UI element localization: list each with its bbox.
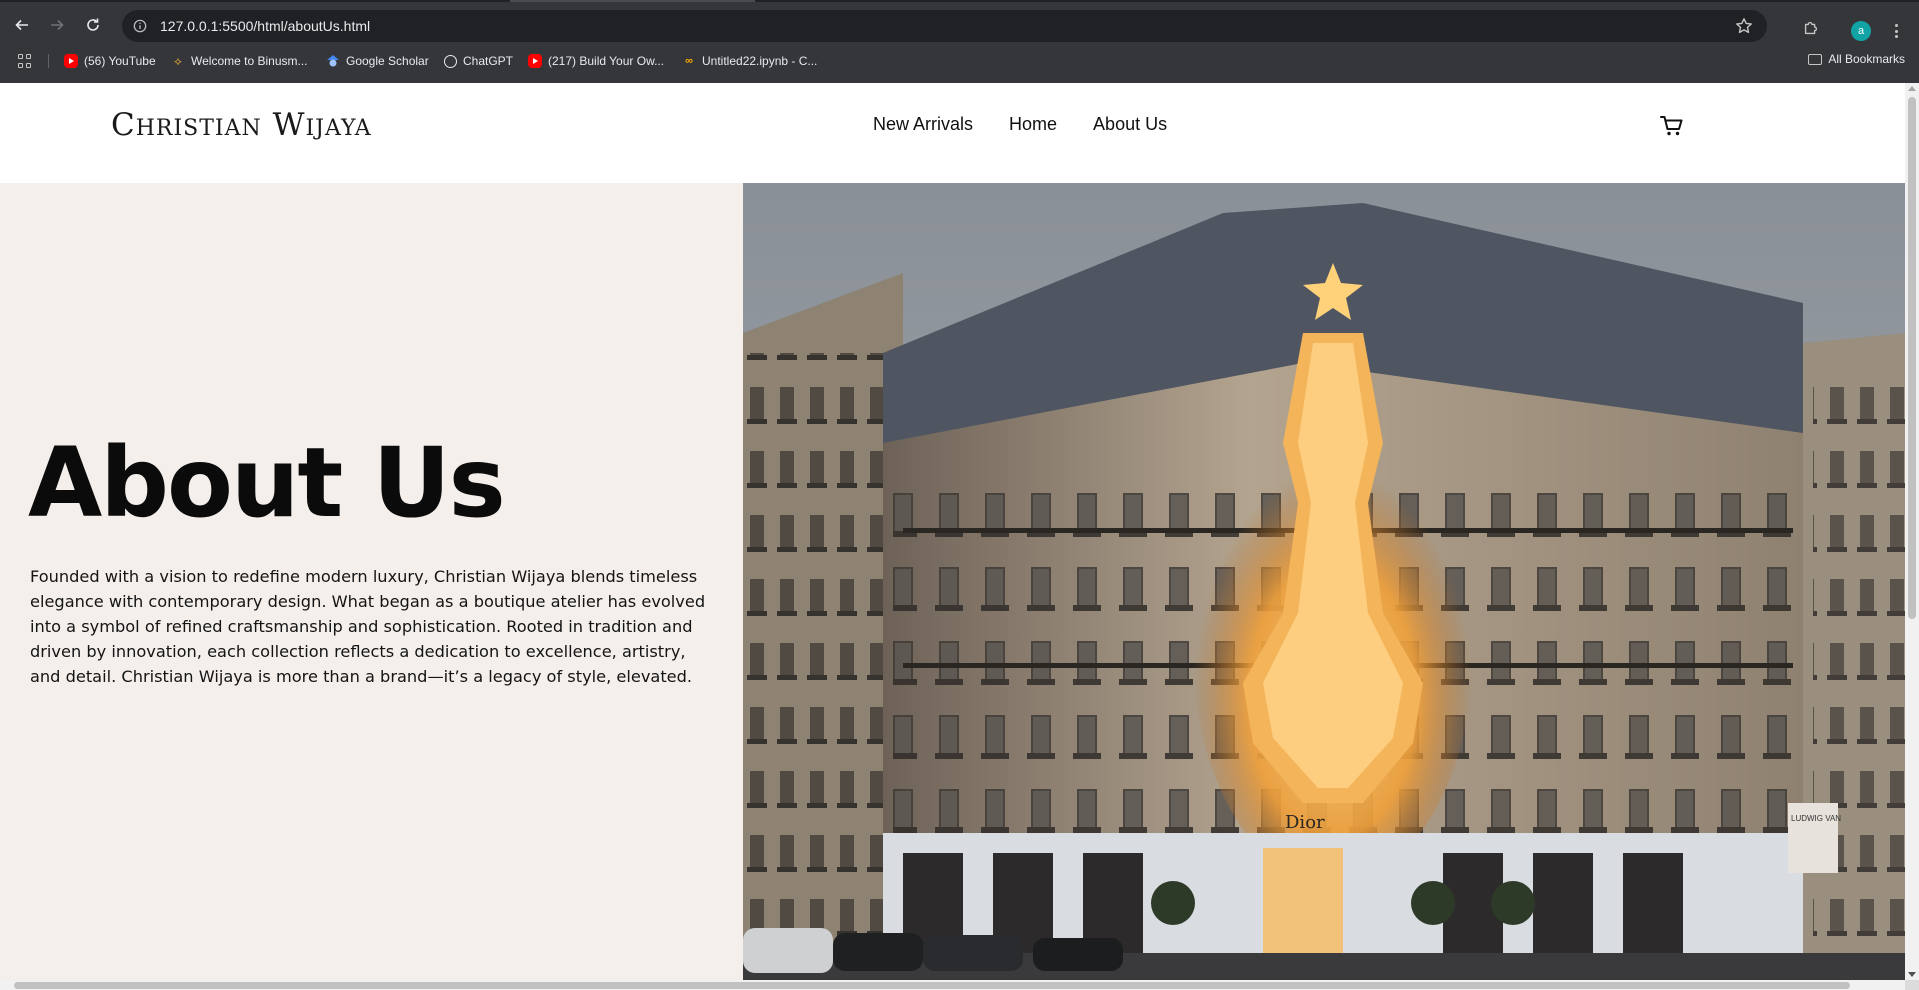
bookmark-label: Welcome to Binusm... — [191, 54, 308, 68]
bookmark-youtube[interactable]: (56) YouTube — [64, 52, 156, 70]
folder-icon — [1808, 53, 1823, 65]
bookmark-label: (217) Build Your Ow... — [548, 54, 665, 68]
banner-text: LUDWIG VAN — [1791, 814, 1841, 823]
google-scholar-icon — [326, 54, 340, 68]
chatgpt-icon — [444, 54, 457, 68]
all-bookmarks-label: All Bookmarks — [1828, 52, 1905, 66]
vertical-scrollbar[interactable] — [1905, 83, 1919, 980]
profile-avatar[interactable]: a — [1851, 21, 1871, 41]
youtube-icon — [528, 54, 542, 68]
bookmark-star-icon[interactable] — [1735, 17, 1753, 35]
reload-button[interactable] — [78, 10, 108, 40]
forward-button[interactable] — [42, 10, 72, 40]
scroll-down-arrow-icon[interactable] — [1908, 972, 1916, 977]
horizontal-scroll-thumb[interactable] — [14, 982, 1850, 989]
vertical-scroll-thumb[interactable] — [1908, 97, 1916, 619]
bookmark-label: (56) YouTube — [84, 54, 156, 68]
storefront-photo: Dior LUDWIG VAN — [743, 183, 1905, 980]
bookmark-colab[interactable]: ∞ Untitled22.ipynb - C... — [682, 52, 817, 70]
browser-toolbar: 127.0.0.1:5500/html/aboutUs.html a — [0, 8, 1919, 42]
bookmarks-bar: (56) YouTube ⟡ Welcome to Binusm... Goog… — [0, 50, 1919, 72]
binusmaya-icon: ⟡ — [174, 53, 182, 68]
tab-strip — [0, 0, 1919, 2]
site-header: Christian Wijaya New Arrivals Home About… — [0, 83, 1905, 183]
bookmark-label: Untitled22.ipynb - C... — [702, 54, 818, 68]
dior-building-image: Dior LUDWIG VAN — [743, 183, 1905, 980]
scroll-up-arrow-icon[interactable] — [1908, 86, 1916, 91]
nav-link-home[interactable]: Home — [1009, 114, 1057, 135]
horizontal-scrollbar[interactable] — [0, 980, 1905, 990]
site-info-icon[interactable] — [131, 17, 149, 35]
colab-icon: ∞ — [685, 55, 693, 67]
nav-link-about-us[interactable]: About Us — [1093, 114, 1167, 135]
arrow-left-icon — [15, 19, 28, 31]
bookmark-label: Google Scholar — [346, 54, 429, 68]
browser-chrome: 127.0.0.1:5500/html/aboutUs.html a (56) … — [0, 0, 1919, 83]
extensions-icon[interactable] — [1799, 16, 1823, 40]
all-bookmarks-button[interactable]: All Bookmarks — [1808, 52, 1905, 66]
page-viewport: Christian Wijaya New Arrivals Home About… — [0, 83, 1919, 990]
active-tab-indicator — [510, 0, 755, 2]
apps-grid-icon[interactable] — [18, 54, 32, 68]
bookmark-chatgpt[interactable]: ChatGPT — [444, 52, 513, 70]
main-nav: New Arrivals Home About Us — [873, 114, 1167, 135]
about-description: Founded with a vision to redefine modern… — [30, 567, 706, 686]
bookmarks-separator — [48, 54, 49, 68]
back-button[interactable] — [7, 10, 37, 40]
nav-link-new-arrivals[interactable]: New Arrivals — [873, 114, 973, 135]
brand-logo[interactable]: Christian Wijaya — [111, 107, 372, 143]
address-bar[interactable]: 127.0.0.1:5500/html/aboutUs.html — [122, 10, 1767, 42]
bookmark-build-your-own[interactable]: (217) Build Your Ow... — [528, 52, 664, 70]
browser-menu-icon[interactable] — [1888, 21, 1904, 41]
youtube-icon — [64, 54, 78, 68]
cart-icon[interactable] — [1659, 113, 1685, 139]
dior-sign: Dior — [1285, 812, 1325, 833]
url-text[interactable]: 127.0.0.1:5500/html/aboutUs.html — [160, 18, 370, 34]
bookmark-binusmaya[interactable]: ⟡ Welcome to Binusm... — [171, 52, 307, 70]
reload-icon — [87, 18, 99, 31]
bookmark-label: ChatGPT — [463, 54, 514, 68]
arrow-right-icon — [51, 19, 64, 31]
about-section: About Us Founded with a vision to redefi… — [0, 183, 743, 990]
bookmark-google-scholar[interactable]: Google Scholar — [326, 52, 429, 70]
page-title: About Us — [28, 427, 506, 539]
scrollbar-corner — [1905, 980, 1919, 990]
